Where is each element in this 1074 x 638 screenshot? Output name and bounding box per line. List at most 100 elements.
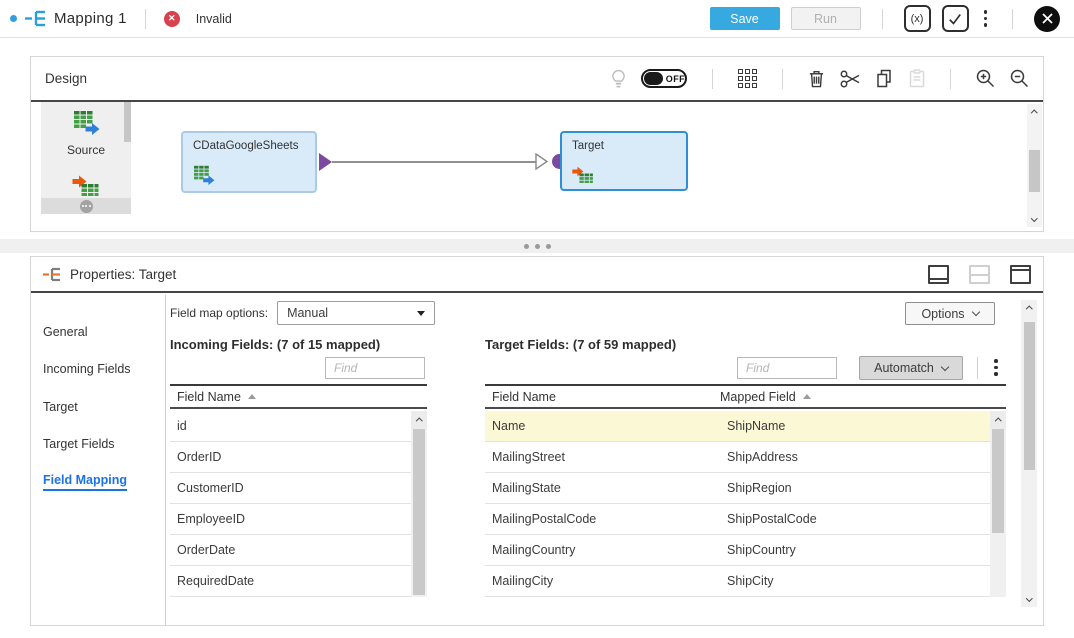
field-name-cell: CustomerID <box>177 481 244 495</box>
scroll-up-icon[interactable] <box>1027 104 1042 119</box>
field-map-options-select[interactable]: Manual <box>277 301 435 325</box>
connector-line[interactable] <box>332 161 537 163</box>
incoming-fields-title: Incoming Fields: (7 of 15 mapped) <box>170 337 427 352</box>
toggle-state-label: OFF <box>666 74 685 84</box>
separator <box>1012 9 1013 29</box>
incoming-field-row[interactable]: RequiredDate <box>170 566 427 597</box>
close-icon <box>1042 13 1053 24</box>
properties-vertical-scrollbar[interactable] <box>1021 300 1037 607</box>
arrange-grid-icon[interactable] <box>738 69 757 88</box>
scroll-up-icon[interactable] <box>990 411 1006 429</box>
target-fields-section: Target Fields: (7 of 59 mapped) Automatc… <box>485 337 1006 352</box>
separator <box>145 9 146 29</box>
design-panel-title: Design <box>45 71 87 86</box>
tab-general[interactable]: General <box>43 313 163 351</box>
incoming-field-row[interactable]: EmployeeID <box>170 504 427 535</box>
more-actions-menu-button[interactable] <box>980 10 992 27</box>
incoming-fields-scrollbar[interactable] <box>411 411 427 597</box>
tab-target[interactable]: Target <box>43 388 163 426</box>
canvas-vertical-scrollbar[interactable] <box>1027 104 1042 227</box>
target-field-row[interactable]: MailingPostalCodeShipPostalCode <box>485 504 1006 535</box>
tab-label: Target Fields <box>43 437 115 451</box>
target-field-row[interactable]: NameShipName <box>485 411 1006 442</box>
caret-down-icon <box>417 311 425 316</box>
scroll-up-icon[interactable] <box>1021 300 1037 315</box>
bulb-icon[interactable] <box>611 69 626 89</box>
highlight-toggle[interactable]: OFF <box>641 69 687 88</box>
tab-label: General <box>43 325 87 339</box>
automatch-button[interactable]: Automatch <box>859 356 963 380</box>
properties-mapping-icon <box>43 267 61 282</box>
zoom-in-icon[interactable] <box>976 69 995 88</box>
incoming-find-input[interactable] <box>325 357 425 379</box>
target-field-row[interactable]: MailingStreetShipAddress <box>485 442 1006 473</box>
incoming-field-row[interactable]: OrderDate <box>170 535 427 566</box>
field-name-column-header[interactable]: Field Name <box>177 390 241 404</box>
options-button[interactable]: Options <box>905 302 995 325</box>
automatch-button-label: Automatch <box>874 361 934 375</box>
paste-icon[interactable] <box>909 69 925 88</box>
close-button[interactable] <box>1034 6 1060 32</box>
tab-label: Field Mapping <box>43 473 127 491</box>
target-fields-scrollbar[interactable] <box>990 411 1006 597</box>
source-node[interactable]: CDataGoogleSheets <box>181 131 317 193</box>
zoom-out-icon[interactable] <box>1010 69 1029 88</box>
target-field-row[interactable]: MailingCityShipCity <box>485 566 1006 597</box>
mapped-field-cell: ShipRegion <box>727 481 792 495</box>
palette-item-source[interactable]: Source <box>41 110 131 157</box>
expression-validate-button[interactable]: (x) <box>904 5 931 32</box>
properties-body: General Incoming Fields Target Target Field… <box>31 295 1043 625</box>
field-name-cell: MailingCity <box>492 574 727 588</box>
target-palette-icon[interactable] <box>73 172 100 196</box>
divider <box>165 295 166 625</box>
scroll-up-icon[interactable] <box>411 411 427 429</box>
maximize-panel-icon[interactable] <box>1010 265 1031 284</box>
design-canvas[interactable]: Source CDataGoogleSheets <box>31 102 1043 229</box>
scroll-down-icon[interactable] <box>1021 592 1037 607</box>
palette-item-label: Source <box>41 143 131 157</box>
target-fields-list: NameShipNameMailingStreetShipAddressMail… <box>485 411 1006 597</box>
cut-icon[interactable] <box>840 70 861 88</box>
fx-icon: (x) <box>911 13 924 25</box>
delete-icon[interactable] <box>808 69 825 88</box>
minimize-panel-icon[interactable] <box>928 265 949 284</box>
field-name-cell: MailingState <box>492 481 727 495</box>
mapped-field-cell: ShipCity <box>727 574 774 588</box>
check-icon <box>946 10 964 28</box>
target-field-row[interactable]: MailingStateShipRegion <box>485 473 1006 504</box>
copy-icon[interactable] <box>876 69 894 88</box>
target-field-row[interactable]: MailingCountryShipCountry <box>485 535 1006 566</box>
field-name-cell: MailingPostalCode <box>492 512 727 526</box>
mapped-field-cell: ShipName <box>727 419 785 433</box>
separator <box>712 69 713 89</box>
tab-field-mapping[interactable]: Field Mapping <box>43 463 163 501</box>
target-columns-header: Field Name Mapped Field <box>485 386 1006 409</box>
incoming-field-row[interactable]: OrderID <box>170 442 427 473</box>
mapped-field-column-header[interactable]: Mapped Field <box>720 390 796 404</box>
split-panel-icon[interactable] <box>969 265 990 284</box>
source-output-port[interactable] <box>319 153 332 171</box>
run-button[interactable]: Run <box>791 7 861 30</box>
scroll-down-icon[interactable] <box>1027 212 1042 227</box>
tab-target-fields[interactable]: Target Fields <box>43 426 163 464</box>
tab-incoming-fields[interactable]: Incoming Fields <box>43 351 163 389</box>
incoming-scrollbar-thumb[interactable] <box>413 429 425 595</box>
target-find-input[interactable] <box>737 357 837 379</box>
incoming-field-row[interactable]: id <box>170 411 427 442</box>
target-fields-title: Target Fields: (7 of 59 mapped) <box>485 337 1006 352</box>
properties-scrollbar-thumb[interactable] <box>1024 322 1035 470</box>
field-name-column-header[interactable]: Field Name <box>492 390 556 404</box>
target-fields-menu-button[interactable] <box>990 359 1002 376</box>
panel-resize-handle[interactable] <box>0 239 1074 253</box>
sort-ascending-icon <box>248 394 256 399</box>
target-scrollbar-thumb[interactable] <box>992 429 1004 533</box>
connector-arrowhead-icon <box>535 153 549 170</box>
incoming-field-row[interactable]: CustomerID <box>170 473 427 504</box>
tab-label: Incoming Fields <box>43 362 131 376</box>
save-button[interactable]: Save <box>710 7 780 30</box>
palette-more-button[interactable] <box>80 200 93 213</box>
field-map-options-row: Field map options: Manual <box>170 301 435 325</box>
canvas-scrollbar-thumb[interactable] <box>1029 150 1040 192</box>
target-node[interactable]: Target <box>560 131 688 191</box>
validation-button[interactable] <box>942 5 969 32</box>
